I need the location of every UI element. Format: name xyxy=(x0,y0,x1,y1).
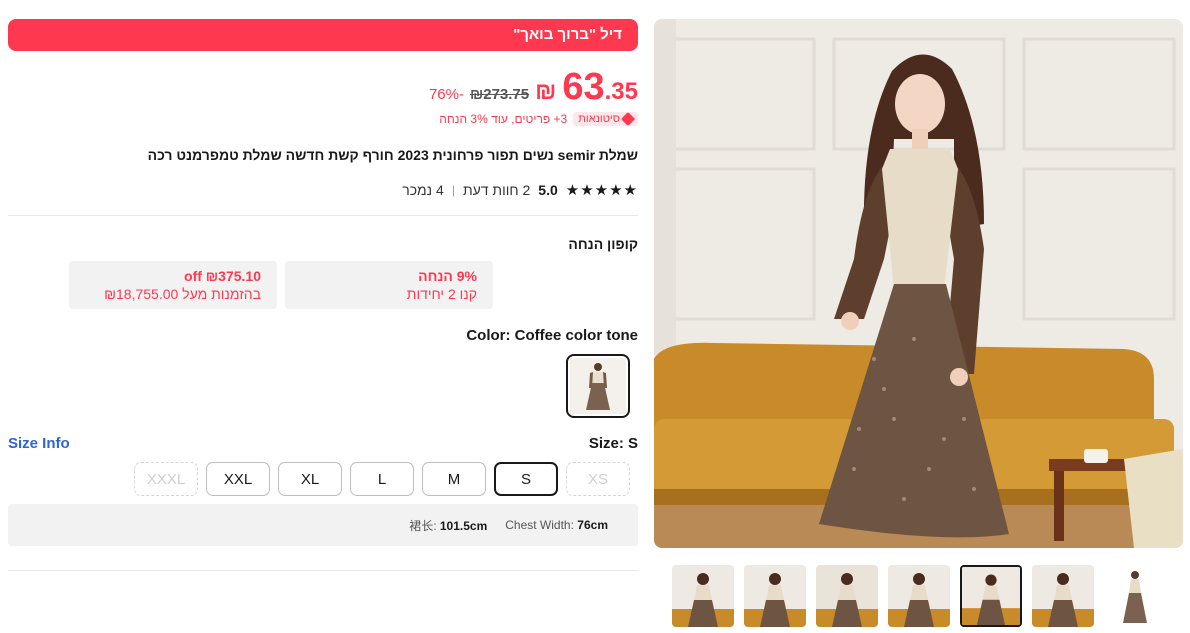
tag-icon xyxy=(620,111,636,127)
price-integer: 63 xyxy=(562,66,605,108)
wholesale-badge: סיטונאות xyxy=(573,111,638,127)
reviews-link[interactable]: 2 חוות דעת xyxy=(463,182,530,198)
size-option-label: XXL xyxy=(223,470,253,488)
product-title: שמלת semir נשים תפור פרחונית 2023 חורף ק… xyxy=(147,147,638,163)
size-measurements: Chest Width: 76cm 裙长: 101.5cm xyxy=(8,504,638,546)
thumbnail-3[interactable] xyxy=(816,565,878,627)
price-decimal: .35 xyxy=(604,78,638,105)
dress-thumbnail-icon xyxy=(570,358,626,414)
size-options: XXXL XXL XL L M S XS xyxy=(134,462,638,496)
wholesale-badge-label: סיטונאות xyxy=(578,113,620,125)
length-label: 裙长: xyxy=(409,518,437,533)
coupon-section-title: קופון הנחה xyxy=(568,236,638,252)
size-option-label: M xyxy=(447,470,461,488)
size-option-label: L xyxy=(377,470,387,488)
size-option-label: XL xyxy=(300,470,320,488)
product-page: דיל "ברוך בואך" ₪ 63 .35 ₪273.75 76%- סי… xyxy=(0,0,1190,633)
length-measure: 裙长: 101.5cm xyxy=(409,517,487,534)
bulk-discount-text: 3+ פריטים, עוד 3% הנחה xyxy=(439,112,568,126)
chest-width-label: Chest Width: xyxy=(505,518,574,532)
discount-percent: 76%- xyxy=(428,86,464,103)
size-option-label: XXXL xyxy=(146,470,186,488)
rating-separator: | xyxy=(451,183,455,197)
size-option-xl[interactable]: XL xyxy=(278,462,342,496)
coupon-value: off ₪375.10 xyxy=(184,268,261,284)
size-option-xxl[interactable]: XXL xyxy=(206,462,270,496)
thumbnail-4[interactable] xyxy=(888,565,950,627)
size-option-xxxl[interactable]: XXXL xyxy=(134,462,198,496)
size-option-s[interactable]: S xyxy=(494,462,558,496)
product-info-panel: דיל "ברוך בואך" ₪ 63 .35 ₪273.75 76%- סי… xyxy=(8,0,638,633)
thumbnail-1[interactable] xyxy=(672,565,734,627)
size-option-label: XS xyxy=(587,470,608,488)
product-photo xyxy=(654,19,1183,548)
length-value: 101.5cm xyxy=(439,518,488,533)
rating-row: ★★★★★ 5.0 2 חוות דעת | 4 נמכר xyxy=(8,180,638,200)
thumbnail-image xyxy=(744,565,806,627)
thumbnail-5-selected[interactable] xyxy=(960,565,1022,627)
welcome-deal-text: דיל "ברוך בואך" xyxy=(513,26,622,43)
thumbnail-7[interactable] xyxy=(1104,565,1166,627)
sold-count: 4 נמכר xyxy=(402,182,444,198)
chest-width-value: 76cm xyxy=(577,518,608,532)
thumbnail-2[interactable] xyxy=(744,565,806,627)
chest-width-measure: Chest Width: 76cm xyxy=(505,518,608,532)
coupon-condition: קנו 2 יחידות xyxy=(406,286,477,302)
size-label: Size: S xyxy=(588,435,638,452)
thumbnail-image xyxy=(672,565,734,627)
price-currency: ₪ xyxy=(535,78,557,105)
welcome-deal-banner: דיל "ברוך בואך" xyxy=(8,19,638,51)
thumbnail-image xyxy=(816,565,878,627)
thumbnail-image xyxy=(888,565,950,627)
thumbnail-6[interactable] xyxy=(1032,565,1094,627)
thumbnail-strip xyxy=(672,565,1182,629)
coupon-condition: בהזמנות מעל ₪18,755.00 xyxy=(104,286,261,302)
divider xyxy=(8,215,638,216)
size-option-xs[interactable]: XS xyxy=(566,462,630,496)
thumbnail-image xyxy=(1032,565,1094,627)
coupon-value: 9% הנחה xyxy=(418,268,477,284)
rating-score: 5.0 xyxy=(538,182,558,198)
size-option-l[interactable]: L xyxy=(350,462,414,496)
thumbnail-image xyxy=(1104,565,1166,627)
original-price: ₪273.75 xyxy=(469,86,530,103)
price-row: ₪ 63 .35 ₪273.75 76%- xyxy=(8,66,638,110)
coupon-card-percent[interactable]: 9% הנחה קנו 2 יחידות xyxy=(285,261,493,309)
size-option-label: S xyxy=(520,470,531,488)
size-option-m[interactable]: M xyxy=(422,462,486,496)
divider xyxy=(8,570,638,571)
size-info-link[interactable]: Size Info xyxy=(8,435,70,452)
color-label: Color: Coffee color tone xyxy=(466,327,638,344)
bulk-discount-row: סיטונאות 3+ פריטים, עוד 3% הנחה xyxy=(8,110,638,128)
coupon-card-amount[interactable]: off ₪375.10 בהזמנות מעל ₪18,755.00 xyxy=(69,261,277,309)
thumbnail-image xyxy=(962,567,1020,625)
color-swatch-coffee[interactable] xyxy=(566,354,630,418)
star-rating-icon: ★★★★★ xyxy=(565,182,638,199)
main-product-image[interactable] xyxy=(654,19,1183,548)
current-price: ₪ 63 .35 xyxy=(535,66,638,109)
